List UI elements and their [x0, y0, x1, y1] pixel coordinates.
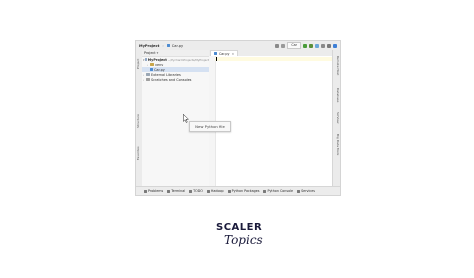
todo-icon	[189, 189, 193, 193]
folder-icon	[150, 63, 154, 66]
tab-terminal-label: Terminal	[171, 189, 186, 193]
services-icon	[297, 189, 301, 193]
toolbar-right: Car	[275, 42, 337, 49]
project-panel-title[interactable]: Project	[144, 51, 156, 55]
tab-todo[interactable]: TODO	[189, 189, 203, 193]
bottom-tool-bar: Problems Terminal TODO Hadoop Python Pac…	[136, 186, 340, 195]
tree-item-label: Car.py	[154, 67, 165, 72]
tree-item-label: Scratches and Consoles	[151, 77, 192, 82]
tree-item-root[interactable]: ▾ MyProject ~/PycharmProjects/MyProject	[142, 57, 209, 62]
tab-remote-host[interactable]: Remote Host	[333, 52, 340, 80]
breadcrumb-separator: ›	[162, 43, 164, 48]
search-icon[interactable]	[327, 43, 331, 48]
current-line-highlight	[215, 57, 333, 61]
tree-item-label: venv	[155, 62, 164, 67]
tab-hadoop-label: Hadoop	[210, 189, 224, 193]
editor-tab-label: Car.py	[219, 51, 230, 56]
scratches-icon	[146, 78, 150, 81]
run-icon[interactable]	[303, 43, 307, 48]
stop-icon[interactable]	[321, 43, 325, 48]
logo-bottom-text: Topics	[224, 233, 263, 247]
tree-item-label: MyProject	[147, 57, 167, 62]
tab-python-console[interactable]: Python Console	[263, 189, 293, 193]
close-icon[interactable]: ×	[231, 52, 234, 56]
breadcrumb: MyProject › Car.py	[139, 44, 183, 48]
breadcrumb-file[interactable]: Car.py	[172, 44, 183, 48]
problems-icon	[144, 189, 147, 193]
tab-python-console-label: Python Console	[267, 189, 294, 193]
tab-python-packages-label: Python Packages	[231, 189, 260, 193]
tree-item-path: ~/PycharmProjects/MyProject	[167, 57, 209, 62]
new-python-file-popup[interactable]: New Python file	[189, 121, 231, 132]
user-icon[interactable]	[275, 43, 280, 48]
run-configuration-select[interactable]: Car	[287, 42, 301, 49]
tab-big-data-tools[interactable]: Big Data Tools	[333, 130, 340, 160]
tab-services-label: Services	[301, 189, 315, 193]
packages-icon	[227, 189, 231, 193]
chevron-down-icon[interactable]: ▾	[157, 51, 159, 55]
tree-item-scratches[interactable]: › Scratches and Consoles	[142, 77, 209, 82]
tab-problems-label: Problems	[148, 189, 164, 193]
library-icon	[146, 73, 150, 76]
python-file-icon	[150, 67, 153, 72]
tree-item-label: External Libraries	[151, 72, 181, 77]
python-file-icon	[166, 43, 170, 48]
scaler-topics-logo: SCALER Topics	[210, 222, 270, 248]
terminal-icon	[167, 189, 171, 193]
coverage-icon[interactable]	[315, 43, 319, 48]
debug-icon[interactable]	[309, 43, 313, 48]
right-tool-strip: Remote Host Database SciView Big Data To…	[332, 50, 340, 187]
tab-database[interactable]: Database	[333, 84, 340, 106]
tab-sciview[interactable]: SciView	[333, 110, 340, 126]
project-panel-header: Project ▾	[142, 50, 209, 57]
tab-python-packages[interactable]: Python Packages	[227, 189, 260, 193]
logo-top-text: SCALER	[216, 222, 263, 233]
update-icon[interactable]	[333, 43, 337, 48]
tab-terminal[interactable]: Terminal	[167, 189, 185, 193]
tab-problems[interactable]: Problems	[144, 189, 163, 193]
hammer-icon[interactable]	[281, 43, 286, 48]
breadcrumb-project[interactable]: MyProject	[139, 44, 159, 48]
console-icon	[263, 189, 267, 193]
text-caret	[216, 57, 217, 61]
popup-label: New Python file	[195, 124, 225, 129]
hadoop-icon	[206, 189, 210, 193]
project-panel: Project ▾ ▾ MyProject ~/PycharmProjects/…	[142, 50, 210, 187]
folder-icon	[144, 58, 147, 61]
ide-window: MyProject › Car.py Car Project Structure…	[135, 40, 341, 196]
python-file-icon	[214, 51, 217, 56]
tab-hadoop[interactable]: Hadoop	[206, 189, 224, 193]
tab-todo-label: TODO	[193, 189, 203, 193]
tab-services[interactable]: Services	[297, 189, 315, 193]
